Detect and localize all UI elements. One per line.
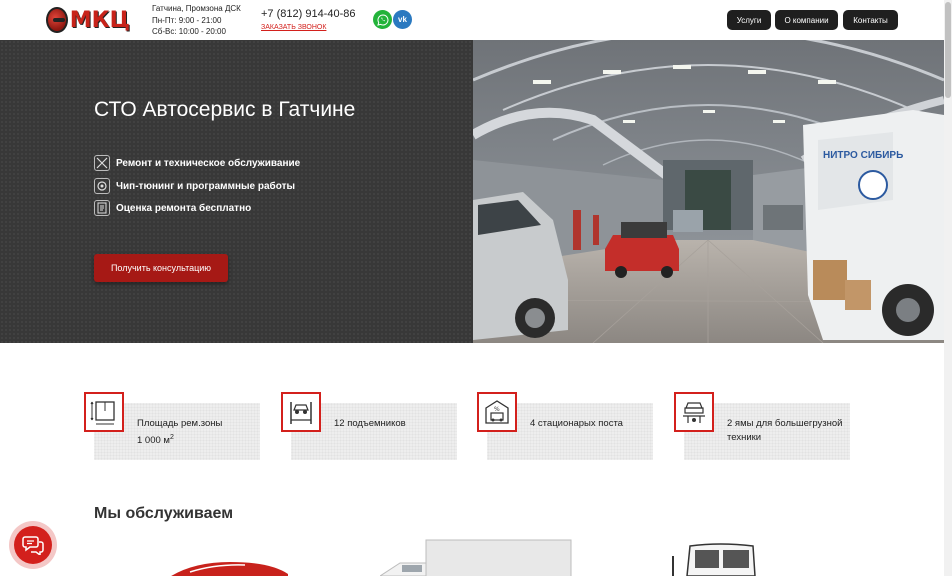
feature-label: Оценка ремонта бесплатно <box>116 202 252 214</box>
nav-about-button[interactable]: О компании <box>775 10 838 30</box>
feature-item-estimate: Оценка ремонта бесплатно <box>94 200 251 216</box>
stat-area-value: 1 000 м2 <box>137 431 222 448</box>
vehicle-preview-bus[interactable] <box>665 542 760 576</box>
site-header: МКЦ Гатчина, Промзона ДСК Пн-Пт: 9:00 - … <box>0 0 944 40</box>
get-consultation-button[interactable]: Получить консультацию <box>94 254 228 282</box>
van-label: НИТРО СИБИРЬ <box>823 150 903 161</box>
car-lift-icon <box>281 392 321 432</box>
hours-weekdays: Пн-Пт: 9:00 - 21:00 <box>152 15 222 25</box>
vk-icon[interactable]: vk <box>393 10 412 29</box>
nav-contacts-button[interactable]: Контакты <box>843 10 898 30</box>
chat-widget-button[interactable] <box>9 521 57 569</box>
services-section-title: Мы обслуживаем <box>94 505 234 522</box>
feature-label: Ремонт и техническое обслуживание <box>116 157 301 169</box>
logo-emblem-icon <box>46 7 68 33</box>
whatsapp-glyph-icon <box>376 13 388 26</box>
vehicle-preview-truck[interactable] <box>380 539 572 576</box>
vk-label: vk <box>398 15 407 24</box>
chat-bubble[interactable] <box>14 526 52 564</box>
stat-label-lifts: 12 подъемников <box>334 418 406 429</box>
vehicle-preview-car[interactable] <box>160 560 290 576</box>
stat-area-title: Площадь рем.зоны <box>137 418 223 429</box>
tools-icon <box>94 155 110 171</box>
stat-area-number: 1 000 м <box>137 435 170 447</box>
callback-link[interactable]: ЗАКАЗАТЬ ЗВОНОК <box>261 24 326 31</box>
phone-number[interactable]: +7 (812) 914-40-86 <box>261 8 355 20</box>
stat-label-pits: 2 ямы для большегрузной техники <box>727 418 843 443</box>
hero-garage-photo: НИТРО СИБИРЬ <box>473 40 944 343</box>
area-plan-icon <box>84 392 124 432</box>
address: Гатчина, Промзона ДСК <box>152 4 241 13</box>
page-scrollbar[interactable] <box>944 0 952 576</box>
whatsapp-icon[interactable] <box>373 10 392 29</box>
feature-item-repair: Ремонт и техническое обслуживание <box>94 155 300 171</box>
stat-area-sup: 2 <box>169 434 174 441</box>
address-block: Гатчина, Промзона ДСК Пн-Пт: 9:00 - 21:0… <box>152 3 241 38</box>
feature-item-chip-tuning: Чип-тюнинг и программные работы <box>94 178 295 194</box>
logo[interactable]: МКЦ <box>46 6 130 34</box>
estimate-icon <box>94 200 110 216</box>
feature-label: Чип-тюнинг и программные работы <box>116 180 296 192</box>
chip-icon <box>94 178 110 194</box>
stat-label-posts: 4 стационарых поста <box>530 418 623 429</box>
svg-text:%: % <box>494 406 500 413</box>
stat-label-area: Площадь рем.зоны 1 000 м2 <box>137 417 222 448</box>
logo-text: МКЦ <box>69 7 130 33</box>
inspection-pit-icon <box>674 392 714 432</box>
chat-icon <box>22 536 44 555</box>
hero-title: СТО Автосервис в Гатчине <box>94 98 356 121</box>
scrollbar-thumb[interactable] <box>945 2 951 98</box>
service-post-icon: % <box>477 392 517 432</box>
nav-services-button[interactable]: Услуги <box>727 10 771 30</box>
hours-weekend: Сб-Вс: 10:00 - 20:00 <box>152 27 226 36</box>
